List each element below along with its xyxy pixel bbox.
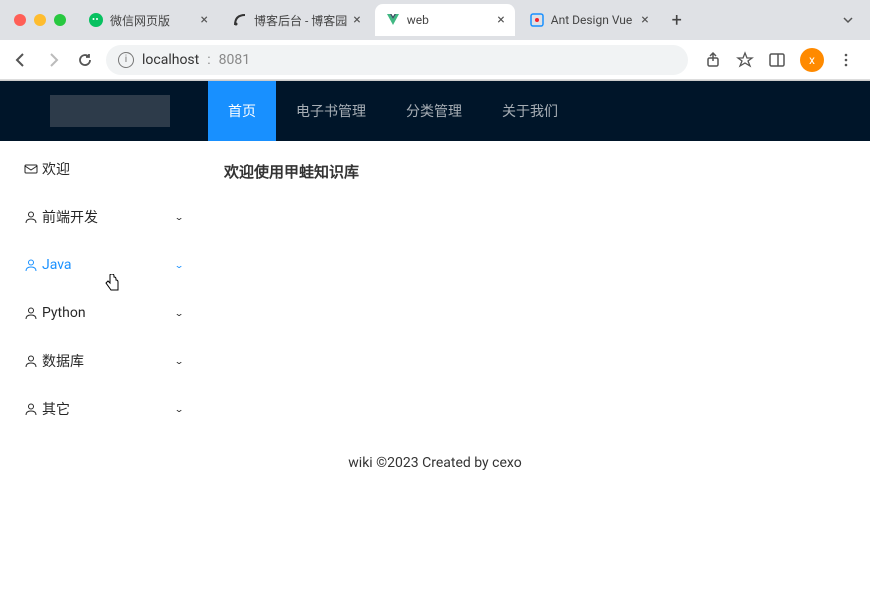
address-bar: i localhost:8081 x (0, 40, 870, 80)
antd-icon (529, 12, 545, 28)
user-icon (24, 258, 38, 272)
sidebar-item-java[interactable]: Java ⌄ (0, 241, 200, 289)
tab-title: 博客后台 - 博客园 (254, 12, 347, 29)
chevron-down-icon: ⌄ (174, 260, 184, 270)
sidebar-item-label: 欢迎 (42, 159, 70, 179)
sidebar-item-python[interactable]: Python ⌄ (0, 289, 200, 337)
app-logo (50, 95, 170, 127)
browser-tab[interactable]: Ant Design Vue × (519, 4, 659, 36)
close-window-button[interactable] (14, 14, 26, 26)
app-footer: wiki ©2023 Created by cexo (0, 437, 870, 491)
url-port: 8081 (219, 52, 250, 68)
sidebar-item-label: Python (42, 305, 86, 321)
app-body: 欢迎 前端开发 ⌄ Java ⌄ Python ⌄ (0, 141, 870, 437)
sidebar: 欢迎 前端开发 ⌄ Java ⌄ Python ⌄ (0, 141, 200, 437)
user-icon (24, 306, 38, 320)
sidebar-item-label: 其它 (42, 399, 70, 419)
close-tab-icon[interactable]: × (353, 12, 360, 28)
chevron-down-icon: ⌄ (174, 308, 184, 318)
url-host: localhost (142, 52, 199, 68)
share-icon[interactable] (704, 51, 722, 69)
main-content: 欢迎使用甲蛙知识库 (200, 141, 870, 437)
window-controls (8, 14, 74, 26)
vue-icon (385, 12, 401, 28)
minimize-window-button[interactable] (34, 14, 46, 26)
tab-title: 微信网页版 (110, 12, 195, 29)
browser-tab[interactable]: 微信网页版 × (78, 4, 218, 36)
back-button[interactable] (10, 49, 32, 71)
tab-title: web (407, 13, 492, 27)
maximize-window-button[interactable] (54, 14, 66, 26)
url-port-sep: : (207, 52, 210, 68)
nav-ebook[interactable]: 电子书管理 (276, 81, 386, 141)
sidebar-item-other[interactable]: 其它 ⌄ (0, 385, 200, 433)
bookmark-icon[interactable] (736, 51, 754, 69)
sidebar-item-label: 数据库 (42, 351, 84, 371)
tab-strip: 微信网页版 × 博客后台 - 博客园 × web × Ant Design Vu… (0, 0, 870, 40)
browser-tab[interactable]: 博客后台 - 博客园 × (222, 4, 371, 36)
mail-icon (24, 162, 38, 176)
sidebar-item-welcome[interactable]: 欢迎 (0, 145, 200, 193)
nav-about[interactable]: 关于我们 (482, 81, 578, 141)
close-tab-icon[interactable]: × (201, 12, 208, 28)
forward-button[interactable] (42, 49, 64, 71)
sidebar-item-label: Java (42, 257, 72, 273)
tab-title: Ant Design Vue (551, 13, 636, 27)
sidebar-item-frontend[interactable]: 前端开发 ⌄ (0, 193, 200, 241)
new-tab-button[interactable]: + (663, 6, 691, 34)
tab-overflow-button[interactable] (834, 13, 862, 27)
wechat-icon (88, 12, 104, 28)
app-header: 首页 电子书管理 分类管理 关于我们 (0, 81, 870, 141)
browser-chrome: 微信网页版 × 博客后台 - 博客园 × web × Ant Design Vu… (0, 0, 870, 81)
sidebar-item-database[interactable]: 数据库 ⌄ (0, 337, 200, 385)
welcome-heading: 欢迎使用甲蛙知识库 (224, 161, 846, 182)
menu-icon[interactable] (838, 52, 854, 68)
sidebar-item-label: 前端开发 (42, 207, 98, 227)
close-tab-icon[interactable]: × (497, 12, 504, 28)
reload-button[interactable] (74, 49, 96, 71)
chevron-down-icon: ⌄ (174, 212, 184, 222)
omnibox[interactable]: i localhost:8081 (106, 45, 688, 75)
cnblogs-icon (232, 12, 248, 28)
user-icon (24, 354, 38, 368)
chevron-down-icon: ⌄ (174, 356, 184, 366)
chevron-down-icon: ⌄ (174, 404, 184, 414)
user-icon (24, 402, 38, 416)
browser-tab[interactable]: web × (375, 4, 515, 36)
nav-category[interactable]: 分类管理 (386, 81, 482, 141)
close-tab-icon[interactable]: × (641, 12, 648, 28)
site-info-icon[interactable]: i (118, 52, 134, 68)
profile-avatar[interactable]: x (800, 48, 824, 72)
user-icon (24, 210, 38, 224)
nav-home[interactable]: 首页 (208, 81, 276, 141)
side-panel-icon[interactable] (768, 51, 786, 69)
top-nav: 首页 电子书管理 分类管理 关于我们 (208, 81, 578, 141)
